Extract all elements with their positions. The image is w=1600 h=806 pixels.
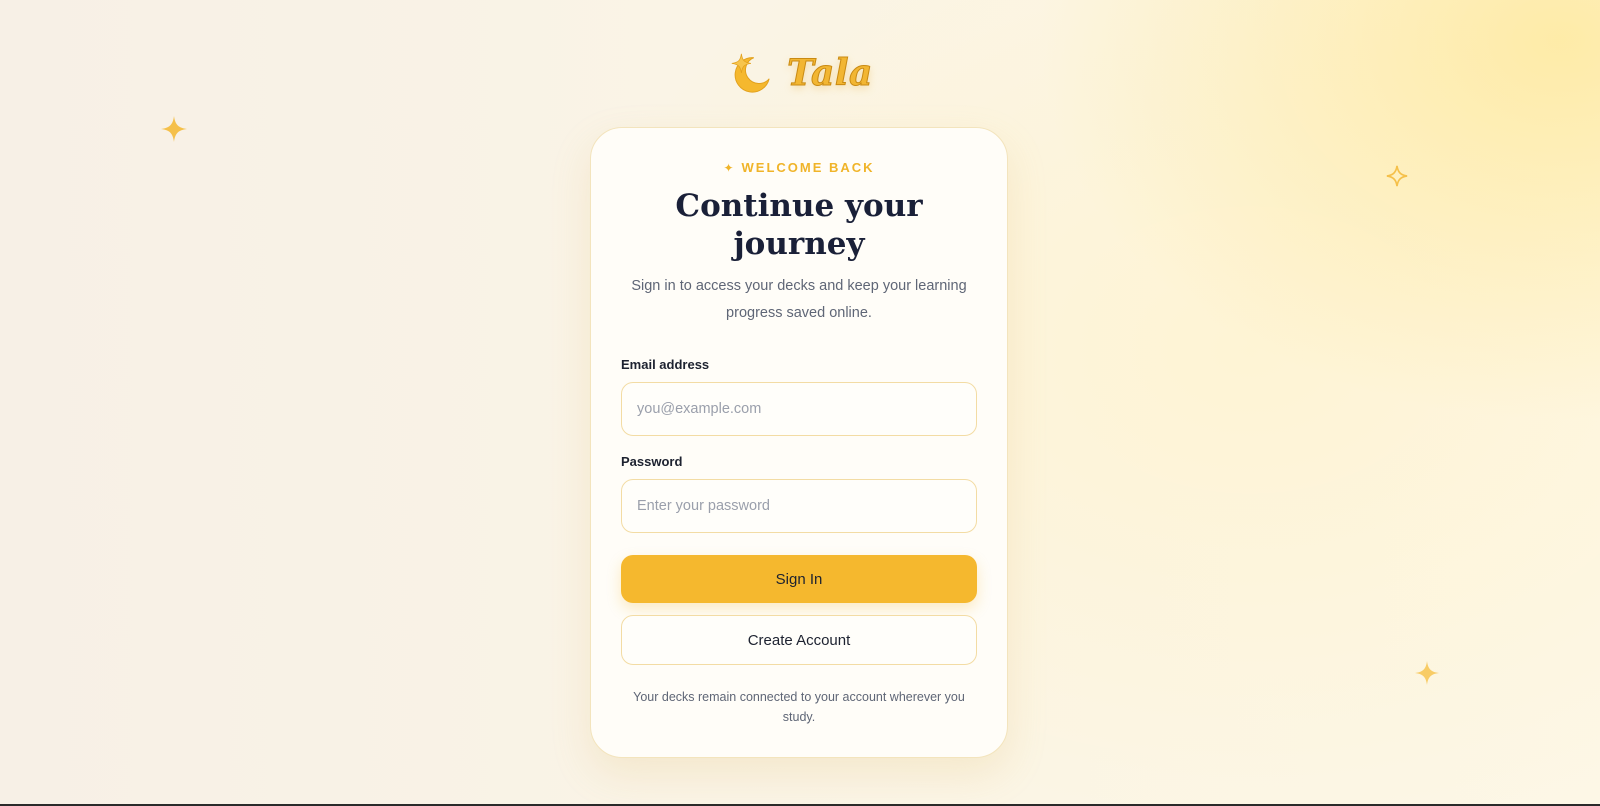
- sparkle-outline-icon: [1386, 165, 1408, 187]
- email-label: Email address: [621, 357, 710, 372]
- page-subtitle: Sign in to access your decks and keep yo…: [631, 278, 967, 321]
- create-account-button[interactable]: Create Account: [621, 615, 977, 665]
- password-field[interactable]: [621, 479, 977, 533]
- sparkle-icon: [161, 116, 187, 142]
- moon-star-icon: [731, 53, 770, 93]
- sign-in-button[interactable]: Sign In: [621, 555, 977, 603]
- sparkle-icon: [1415, 661, 1439, 685]
- sign-in-card: ✦ WELCOME BACK Continue your journey Sign…: [590, 127, 1008, 758]
- email-field[interactable]: [621, 382, 977, 436]
- footnote: Your decks remain connected to your acco…: [633, 690, 965, 724]
- brand-logo[interactable]: Tala: [0, 50, 1600, 96]
- eyebrow: ✦ WELCOME BACK: [621, 160, 977, 175]
- page-title: Continue your journey: [675, 188, 923, 262]
- eyebrow-text: WELCOME BACK: [741, 160, 875, 175]
- password-label: Password: [621, 454, 683, 469]
- sign-in-form: Email address Password Sign In Create Ac…: [621, 357, 977, 665]
- brand-name: Tala: [787, 52, 873, 95]
- sparkle-icon: ✦: [723, 161, 736, 175]
